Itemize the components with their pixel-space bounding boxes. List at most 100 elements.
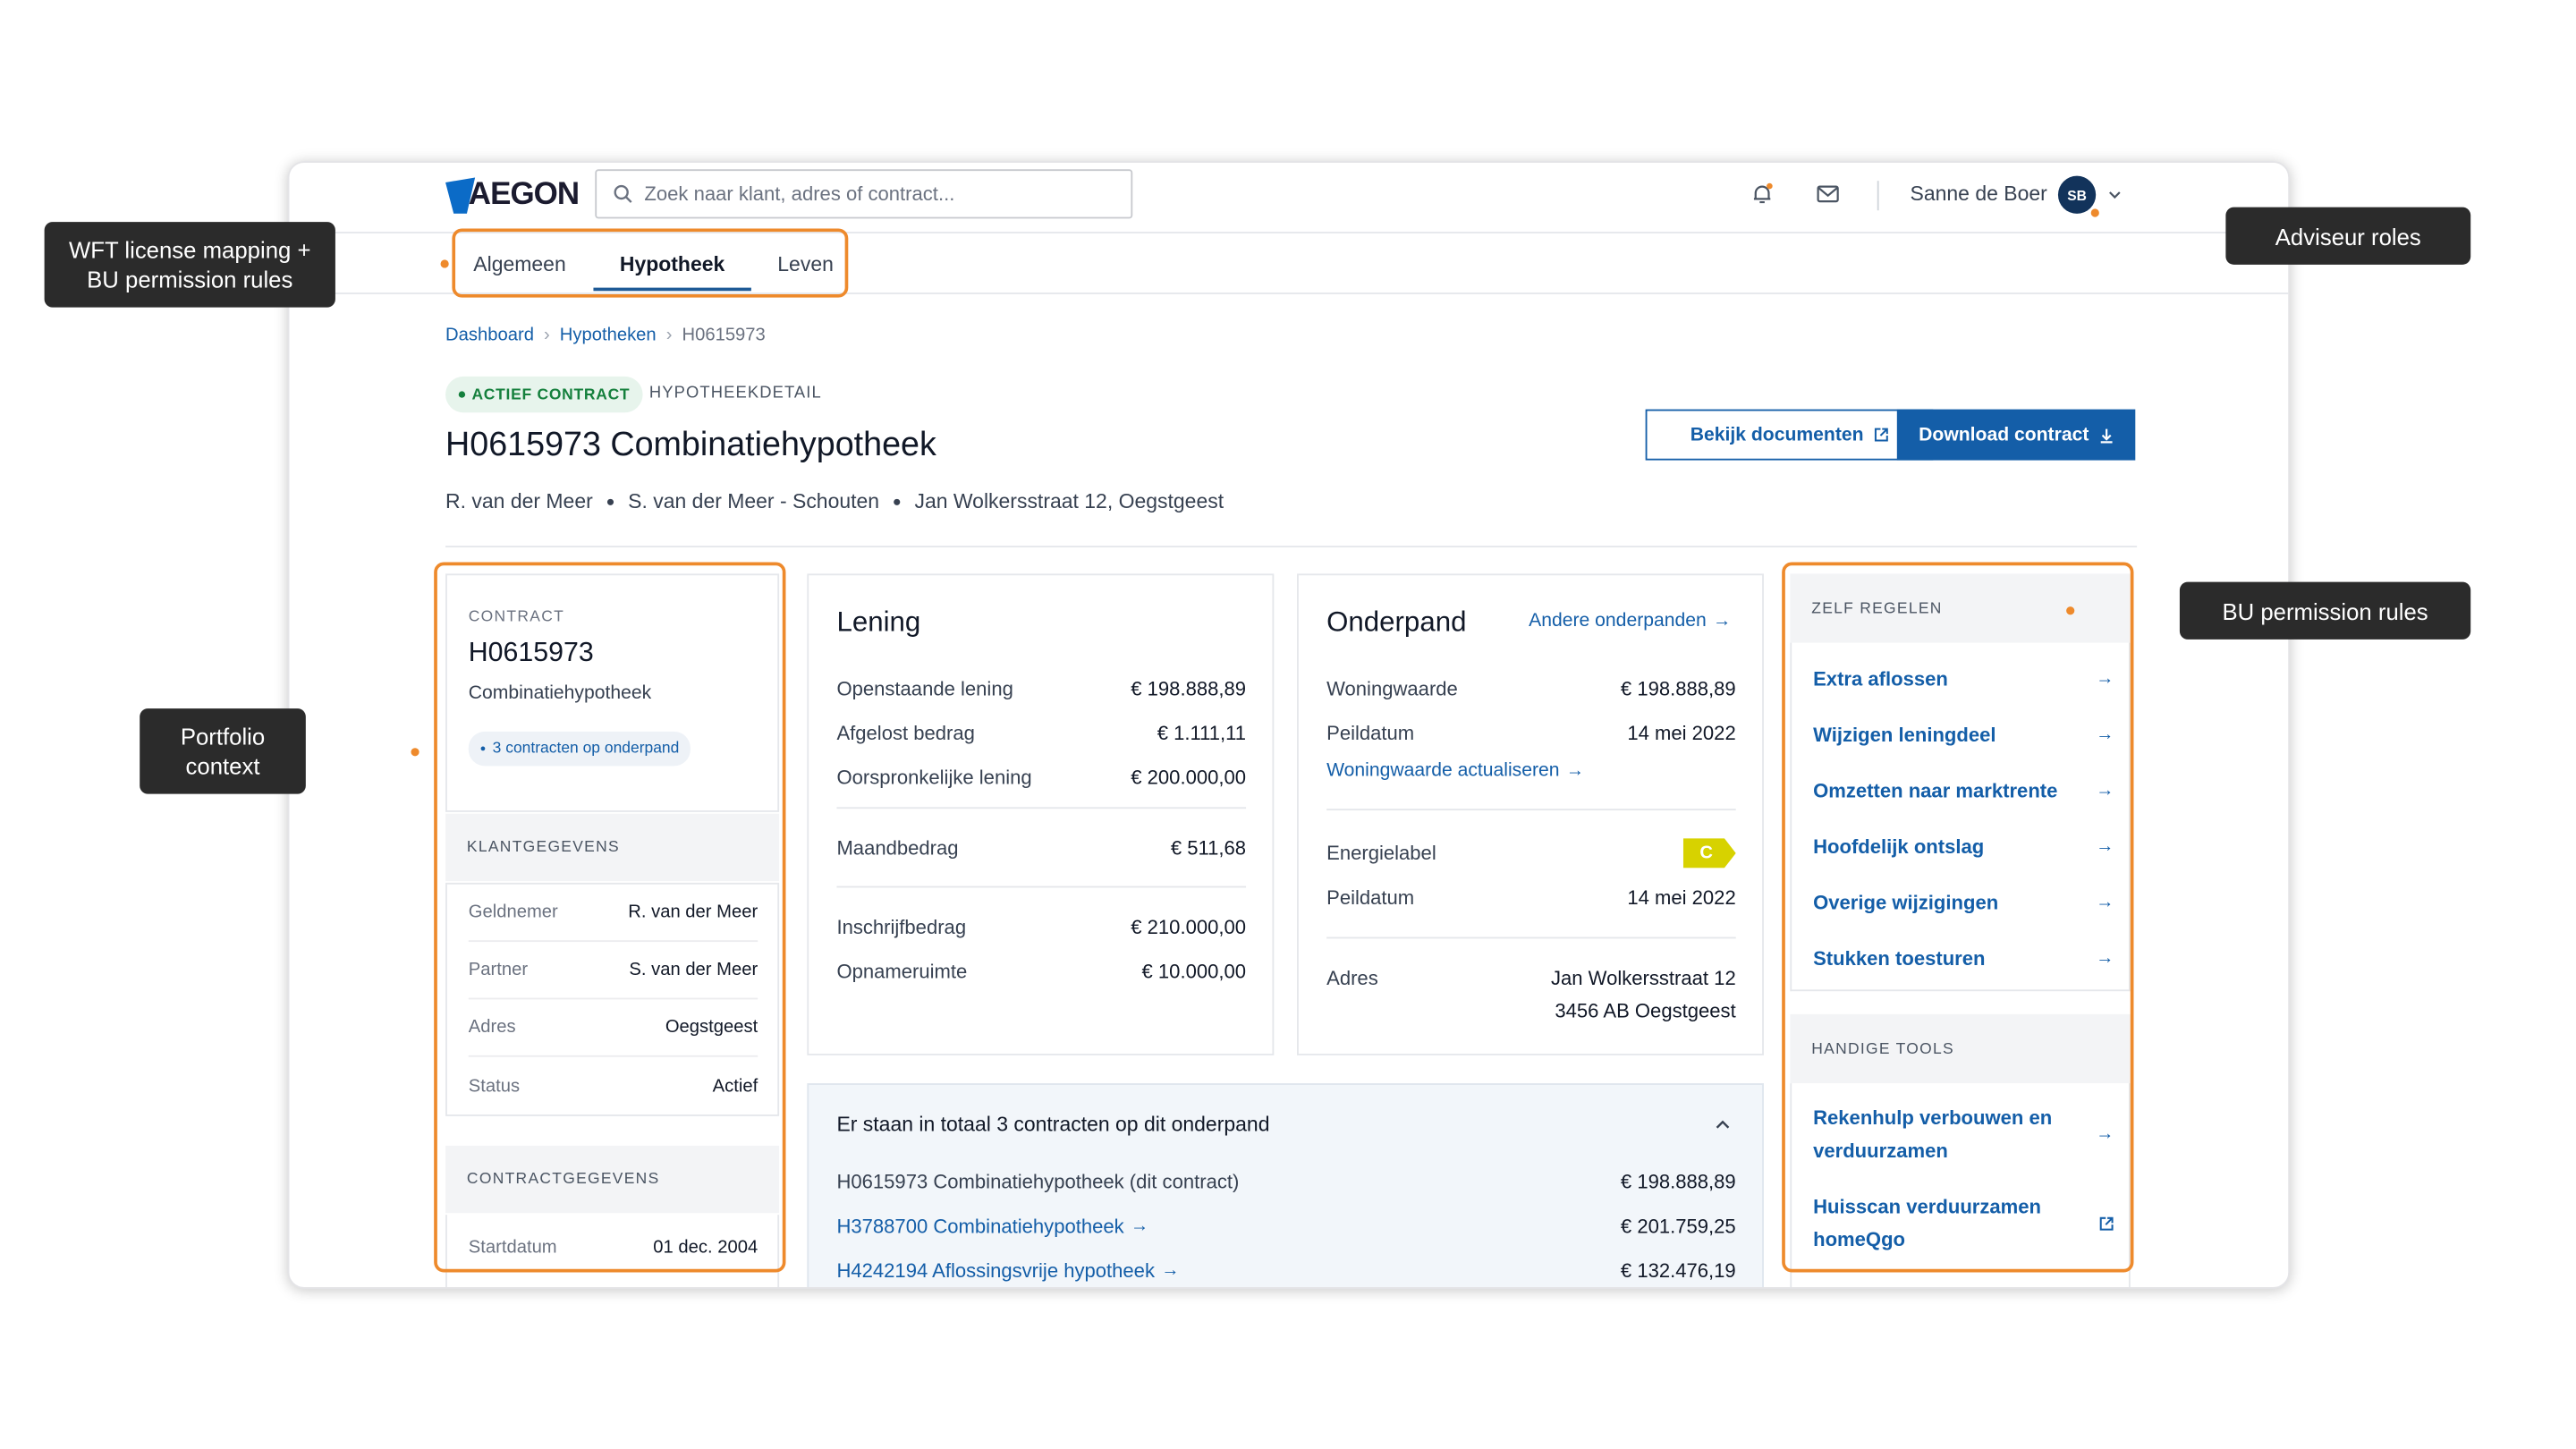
row-value: € 1.111,11 bbox=[1157, 720, 1247, 744]
update-value-link[interactable]: Woningwaarde actualiseren → bbox=[1326, 761, 1584, 781]
row-value: € 198.888,89 bbox=[1131, 676, 1247, 699]
party-address: Jan Wolkersstraat 12, Oegstgeest bbox=[914, 489, 1224, 513]
row-label: Inschrijfbedrag bbox=[836, 914, 967, 938]
messages-button[interactable] bbox=[1813, 179, 1843, 208]
top-navigation-bar: AEGON Zoek naar klant, adres of contract… bbox=[289, 163, 2289, 233]
breadcrumb-hypotheken[interactable]: Hypotheken bbox=[560, 326, 657, 345]
onderpand-group-1: Woningwaarde € 198.888,89 Peildatum 14 mei… bbox=[1326, 665, 1736, 754]
user-avatar[interactable]: SB bbox=[2057, 175, 2097, 214]
tabs-highlight-box bbox=[452, 228, 849, 298]
search-icon bbox=[614, 184, 632, 203]
row-label: Energielabel bbox=[1326, 841, 1436, 864]
callout-line: BU permission rules bbox=[87, 266, 293, 293]
header-divider bbox=[1877, 181, 1879, 211]
arrow-right-icon: → bbox=[1131, 1216, 1149, 1236]
row-value: 14 mei 2022 bbox=[1627, 720, 1736, 744]
download-contract-button[interactable]: Download contract bbox=[1896, 409, 2136, 461]
lening-card: Lening Openstaande lening € 198.888,89 Af… bbox=[807, 573, 1275, 1055]
divider bbox=[1326, 809, 1736, 811]
arrow-right-icon: → bbox=[1713, 611, 1732, 631]
row-label: Opnameruimte bbox=[836, 959, 968, 983]
onderpand-row: Peildatum 14 mei 2022 bbox=[1326, 875, 1736, 919]
row-value: € 200.000,00 bbox=[1131, 765, 1247, 789]
permissions-highlight-box bbox=[1782, 562, 2134, 1273]
party-primary: R. van der Meer bbox=[445, 489, 593, 513]
user-name[interactable]: Sanne de Boer bbox=[1911, 182, 2047, 206]
contract-parties: R. van der Meer ● S. van der Meer - Scho… bbox=[445, 490, 1224, 513]
contract-list-item[interactable]: H3788700 Combinatiehypotheek → € 201.759,… bbox=[836, 1203, 1735, 1248]
search-placeholder: Zoek naar klant, adres of contract... bbox=[644, 182, 955, 206]
row-value: € 198.888,89 bbox=[1620, 676, 1736, 699]
lening-row: Maandbedrag € 511,68 bbox=[836, 826, 1246, 870]
contract-link-label: H4242194 Aflossingsvrije hypotheek bbox=[836, 1258, 1155, 1282]
bell-icon bbox=[1753, 182, 1773, 204]
row-label: Openstaande lening bbox=[836, 676, 1013, 699]
onderpand-row: Energielabel C bbox=[1326, 830, 1736, 875]
contracts-panel-title: Er staan in totaal 3 contracten op dit o… bbox=[836, 1113, 1270, 1136]
callout-line: WFT license mapping + bbox=[68, 236, 311, 264]
row-label: Peildatum bbox=[1326, 885, 1415, 909]
other-collaterals-link[interactable]: Andere onderpanden → bbox=[1529, 612, 1731, 631]
download-icon bbox=[2100, 428, 2113, 443]
onderpand-row: Woningwaarde € 198.888,89 bbox=[1326, 665, 1736, 710]
page-eyebrow: HYPOTHEEKDETAIL bbox=[648, 385, 822, 403]
arrow-right-icon: → bbox=[1565, 760, 1585, 781]
row-value: € 511,68 bbox=[1170, 835, 1247, 860]
contract-link[interactable]: H4242194 Aflossingsvrije hypotheek → bbox=[836, 1258, 1179, 1282]
divider bbox=[836, 807, 1247, 809]
callout-bu-permission: BU permission rules bbox=[2179, 581, 2471, 640]
lening-row: Opnameruimte € 10.000,00 bbox=[836, 948, 1246, 993]
contract-link-label: H3788700 Combinatiehypotheek bbox=[836, 1214, 1124, 1237]
chevron-down-icon[interactable] bbox=[2107, 188, 2123, 203]
chevron-up-icon[interactable] bbox=[1715, 1118, 1731, 1131]
lening-row: Oorspronkelijke lening € 200.000,00 bbox=[836, 755, 1246, 800]
header-divider-line bbox=[445, 546, 2138, 547]
arrow-right-icon: → bbox=[1161, 1259, 1180, 1280]
divider bbox=[1326, 936, 1736, 939]
contract-list-label: H0615973 Combinatiehypotheek (dit contra… bbox=[836, 1169, 1240, 1193]
breadcrumb-dashboard[interactable]: Dashboard bbox=[445, 326, 534, 345]
callout-line: Portfolio bbox=[180, 723, 266, 750]
separator-dot: ● bbox=[892, 493, 902, 510]
breadcrumb-current: H0615973 bbox=[682, 325, 766, 345]
view-documents-button[interactable]: Bekijk documenten bbox=[1645, 409, 1934, 461]
lening-group-3: Inschrijfbedrag € 210.000,00 Opnameruimte… bbox=[836, 904, 1246, 993]
view-documents-label: Bekijk documenten bbox=[1690, 425, 1864, 445]
contract-list-value: € 198.888,89 bbox=[1620, 1169, 1736, 1193]
lening-title: Lening bbox=[836, 606, 921, 639]
notifications-button[interactable] bbox=[1748, 179, 1777, 208]
other-collaterals-label: Andere onderpanden bbox=[1529, 611, 1707, 631]
status-badge-label: ACTIEF CONTRACT bbox=[471, 385, 631, 404]
row-label: Peildatum bbox=[1326, 720, 1415, 744]
lening-row: Afgelost bedrag € 1.111,11 bbox=[836, 710, 1246, 755]
contract-link[interactable]: H3788700 Combinatiehypotheek → bbox=[836, 1214, 1148, 1237]
portfolio-highlight-box bbox=[434, 562, 786, 1273]
lening-row: Openstaande lening € 198.888,89 bbox=[836, 665, 1246, 710]
lening-row: Inschrijfbedrag € 210.000,00 bbox=[836, 904, 1246, 949]
aegon-logo[interactable]: AEGON bbox=[445, 174, 580, 217]
breadcrumb-separator: › bbox=[665, 325, 673, 345]
row-label: Maandbedrag bbox=[836, 835, 959, 860]
contract-list-item: H0615973 Combinatiehypotheek (dit contra… bbox=[836, 1159, 1735, 1204]
presentation-canvas: AEGON Zoek naar klant, adres of contract… bbox=[0, 0, 2576, 1449]
energy-label-badge: C bbox=[1682, 837, 1736, 868]
annotation-dot bbox=[411, 748, 419, 757]
search-input[interactable]: Zoek naar klant, adres of contract... bbox=[595, 169, 1133, 219]
contract-list-value: € 132.476,19 bbox=[1620, 1258, 1736, 1282]
row-label: Woningwaarde bbox=[1326, 676, 1458, 699]
download-contract-label: Download contract bbox=[1919, 425, 2089, 445]
annotation-dot bbox=[2066, 606, 2075, 615]
page-title: H0615973 Combinatiehypotheek bbox=[445, 425, 936, 464]
party-partner: S. van der Meer - Schouten bbox=[628, 489, 880, 513]
breadcrumb-separator: › bbox=[543, 325, 550, 345]
separator-dot: ● bbox=[606, 493, 615, 510]
logo-text: AEGON bbox=[468, 177, 580, 213]
onderpand-title: Onderpand bbox=[1326, 606, 1467, 639]
mail-icon bbox=[1817, 185, 1839, 203]
onderpand-card: Onderpand Andere onderpanden → Woningwaar… bbox=[1297, 573, 1764, 1055]
callout-wft-license: WFT license mapping + BU permission rules bbox=[44, 222, 335, 308]
contract-list-item[interactable]: H4242194 Aflossingsvrije hypotheek → € 13… bbox=[836, 1248, 1736, 1287]
annotation-dot bbox=[2090, 208, 2099, 217]
contract-list-value: € 201.759,25 bbox=[1620, 1214, 1736, 1237]
contracts-on-collateral-panel: Er staan in totaal 3 contracten op dit o… bbox=[807, 1083, 1764, 1287]
